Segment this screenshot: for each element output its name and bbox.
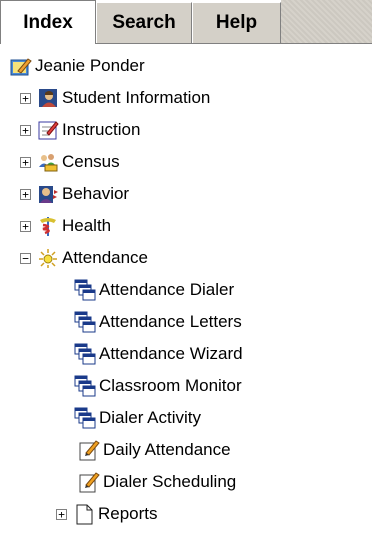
tree-root-jeanie-ponder[interactable]: Jeanie Ponder — [10, 50, 145, 82]
tree-item-label: Daily Attendance — [103, 440, 231, 459]
expand-toggle-icon[interactable]: + — [20, 156, 31, 168]
tree-item-label: Attendance Dialer — [99, 280, 235, 299]
tree-item-label: Student Information — [62, 88, 211, 107]
tab-index[interactable]: Index — [0, 0, 96, 44]
tree-item-daily-attendance[interactable]: Daily Attendance — [78, 434, 231, 466]
tree-item-label: Dialer Activity — [99, 408, 202, 427]
tree-item-instruction[interactable]: + Instruction — [20, 114, 140, 146]
user-folder-icon — [10, 55, 32, 77]
tree-item-attendance-dialer[interactable]: Attendance Dialer — [74, 274, 234, 306]
tab-bar-divider — [96, 43, 372, 44]
tree-item-label: Attendance Wizard — [99, 344, 243, 363]
expand-toggle-icon[interactable]: + — [20, 188, 31, 200]
tree-item-behavior[interactable]: + Behavior — [20, 178, 129, 210]
tree-item-classroom-monitor[interactable]: Classroom Monitor — [74, 370, 242, 402]
expand-toggle-icon[interactable]: + — [56, 508, 67, 520]
tree-item-label: Census — [62, 152, 120, 171]
windows-icon — [74, 407, 96, 429]
tree-item-reports[interactable]: + Reports — [56, 498, 158, 530]
windows-icon — [74, 311, 96, 333]
attendance-icon — [37, 247, 59, 269]
tree-item-student-information[interactable]: + Student Information — [20, 82, 210, 114]
windows-icon — [74, 343, 96, 365]
behavior-icon — [37, 183, 59, 205]
census-icon — [37, 151, 59, 173]
tree-item-health[interactable]: + Health — [20, 210, 111, 242]
tree-item-label: Behavior — [62, 184, 130, 203]
student-icon — [37, 87, 59, 109]
tree-item-attendance-wizard[interactable]: Attendance Wizard — [74, 338, 243, 370]
tree-item-label: Instruction — [62, 120, 141, 139]
tree-item-dialer-activity[interactable]: Dialer Activity — [74, 402, 201, 434]
tree-item-label: Classroom Monitor — [99, 376, 242, 395]
windows-icon — [74, 375, 96, 397]
tree-item-label: Health — [62, 216, 112, 235]
tab-help[interactable]: Help — [192, 2, 281, 43]
tree-item-attendance-letters[interactable]: Attendance Letters — [74, 306, 242, 338]
tree-root-label: Jeanie Ponder — [35, 56, 145, 75]
tree-item-attendance[interactable]: − Attendance — [20, 242, 148, 274]
expand-toggle-icon[interactable]: + — [20, 124, 31, 136]
tree-item-census[interactable]: + Census — [20, 146, 120, 178]
expand-toggle-icon[interactable]: + — [20, 220, 31, 232]
tree-item-label: Reports — [98, 504, 158, 523]
collapse-toggle-icon[interactable]: − — [20, 252, 31, 264]
tab-search[interactable]: Search — [96, 2, 192, 43]
tree-item-label: Attendance — [62, 248, 149, 267]
tree-item-dialer-scheduling[interactable]: Dialer Scheduling — [78, 466, 236, 498]
tab-bar: Index Search Help — [0, 0, 372, 44]
tab-bar-filler — [281, 0, 372, 44]
tree-item-label: Attendance Letters — [99, 312, 242, 331]
expand-toggle-icon[interactable]: + — [20, 92, 31, 104]
document-icon — [73, 503, 95, 525]
note-pencil-icon — [78, 439, 100, 461]
windows-icon — [74, 279, 96, 301]
note-pencil-icon — [78, 471, 100, 493]
instruction-icon — [37, 119, 59, 141]
tree-item-label: Dialer Scheduling — [103, 472, 237, 491]
health-icon — [37, 215, 59, 237]
